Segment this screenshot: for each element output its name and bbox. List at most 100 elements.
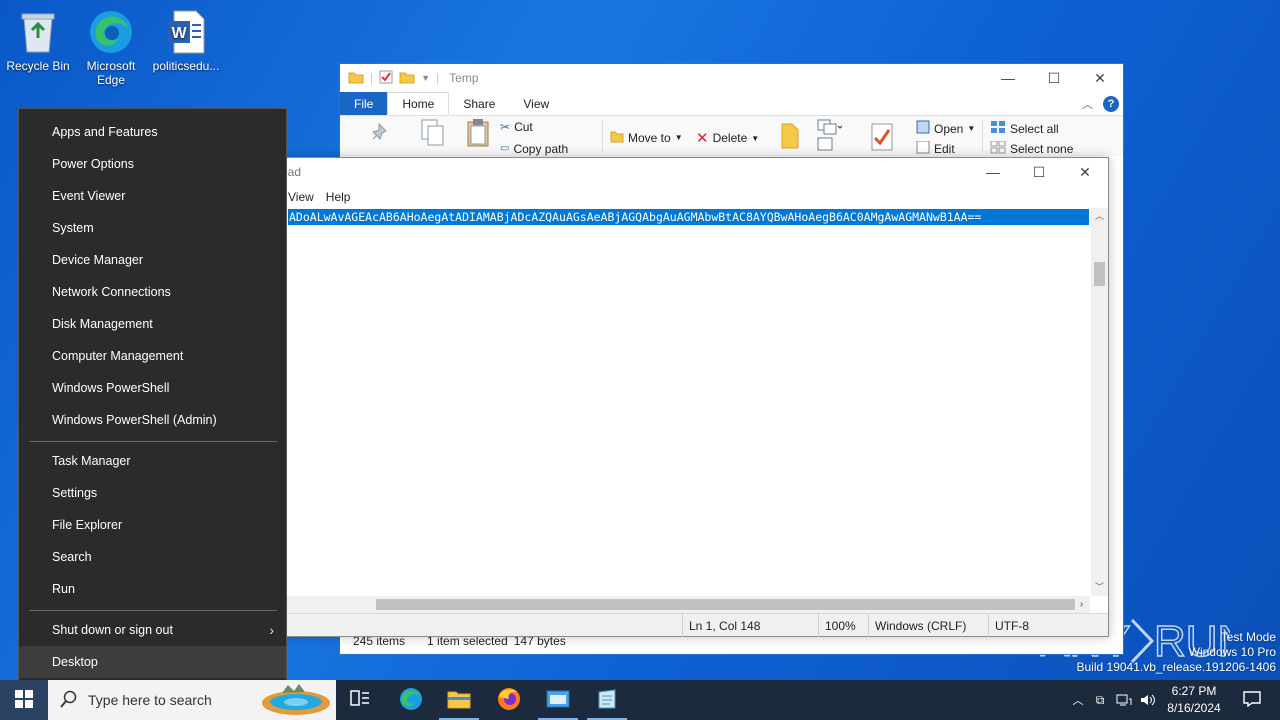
recycle-bin-icon [14,8,62,56]
taskbar-edge[interactable] [387,680,435,720]
new-item-icon[interactable] [816,118,842,152]
ribbon-tabs: File Home Share View ︿ ? [340,92,1123,116]
open-icon [916,120,930,137]
quick-access-dropdown-icon[interactable]: ▼ [421,73,430,83]
notepad-window[interactable]: pad — ☐ ✕ View Help ADoALwAvAGEAcAB6AHoA… [266,157,1109,637]
watermark-line: Build 19041.vb_release.191206-1406 [1076,660,1277,674]
new-folder-icon[interactable] [780,122,800,150]
scroll-up-arrow-icon[interactable]: ︿ [1091,208,1108,225]
selected-text-line[interactable]: ADoALwAvAGEAcAB6AHoAegAtADIAMABjADcAZQAu… [288,209,1089,225]
zoom-level: 100% [818,614,868,637]
taskbar: Type here to search ︿ ⧉ 6:27 PM 8/16/202… [0,680,1280,720]
select-none-icon [990,141,1006,156]
properties-checkmark-icon[interactable] [870,122,894,152]
chevron-down-icon: ▼ [751,133,760,143]
edge-icon [399,687,423,714]
menu-item-system[interactable]: System [19,212,286,244]
word-doc-icon: W [162,8,210,56]
taskbar-file-explorer[interactable] [435,680,483,720]
scroll-right-arrow-icon[interactable]: › [1073,596,1090,613]
edit-button[interactable]: Edit [916,141,955,156]
menu-item-search[interactable]: Search [19,541,286,573]
show-hidden-icons-chevron-icon[interactable]: ︿ [1068,692,1088,708]
menu-item-event-viewer[interactable]: Event Viewer [19,180,286,212]
menu-item-run[interactable]: Run [19,573,286,605]
menu-item-device-manager[interactable]: Device Manager [19,244,286,276]
scissors-icon: ✂ [500,120,511,134]
minimize-button[interactable]: — [985,64,1031,92]
task-view-button[interactable] [336,680,384,720]
vertical-scroll-thumb[interactable] [1094,262,1105,286]
new-folder-icon[interactable] [399,70,415,87]
notifications-button[interactable] [1228,680,1276,720]
tray-app-icon[interactable]: ⧉ [1088,693,1112,708]
help-icon[interactable]: ? [1103,95,1119,112]
move-to-icon [610,129,624,146]
volume-icon[interactable] [1136,693,1160,707]
menu-item-shut-down-or-sign-out[interactable]: Shut down or sign out › [19,614,286,646]
search-highlight-image [258,681,334,720]
copy-icon[interactable] [420,118,446,148]
select-none-button[interactable]: Select none [990,141,1073,156]
system-tray: ︿ ⧉ [1068,680,1160,720]
taskbar-search-box[interactable]: Type here to search [48,680,336,720]
menu-item-windows-powershell-admin[interactable]: Windows PowerShell (Admin) [19,404,286,436]
menu-item-task-manager[interactable]: Task Manager [19,445,286,477]
desktop-icon-word-document[interactable]: W politicsedu... [148,8,224,73]
properties-icon[interactable] [379,70,393,87]
notepad-text-area[interactable]: ADoALwAvAGEAcAB6AHoAegAtADIAMABjADcAZQAu… [267,208,1090,596]
copy-path-button[interactable]: ▭ Copy path [500,141,568,156]
menu-item-desktop[interactable]: Desktop [19,646,286,678]
collapse-ribbon-icon[interactable]: ︿ [1082,96,1093,112]
taskbar-app-window[interactable] [534,680,582,720]
horizontal-scroll-thumb[interactable] [376,599,1075,610]
menu-item-apps-and-features[interactable]: Apps and Features [19,116,286,148]
maximize-button[interactable]: ☐ [1031,64,1077,92]
menu-item-network-connections[interactable]: Network Connections [19,276,286,308]
menu-item-computer-management[interactable]: Computer Management [19,340,286,372]
taskbar-firefox[interactable] [485,680,533,720]
close-button[interactable]: ✕ [1062,158,1108,186]
chevron-right-icon: › [269,622,274,638]
delete-button[interactable]: ✕ Delete ▼ [696,129,759,147]
menu-view[interactable]: View [288,190,314,204]
menu-help[interactable]: Help [326,190,351,204]
menu-item-windows-powershell[interactable]: Windows PowerShell [19,372,286,404]
ribbon-body: ✂ Cut ▭ Copy path Move to ▼ ✕ Delete ▼ O… [340,116,1123,156]
copy-path-icon: ▭ [500,143,510,154]
minimize-button[interactable]: — [970,158,1016,186]
network-icon[interactable] [1112,693,1136,707]
vertical-scrollbar[interactable]: ︿ ﹀ [1091,208,1108,596]
notepad-icon [595,688,619,713]
menu-item-power-options[interactable]: Power Options [19,148,286,180]
taskbar-notepad[interactable] [583,680,631,720]
taskbar-clock[interactable]: 6:27 PM 8/16/2024 [1158,683,1230,717]
select-all-button[interactable]: Select all [990,120,1059,137]
desktop-icon-label: Recycle Bin [6,59,70,73]
horizontal-scrollbar[interactable]: › [267,596,1090,613]
menu-separator [29,610,277,611]
menu-item-settings[interactable]: Settings [19,477,286,509]
menu-item-file-explorer[interactable]: File Explorer [19,509,286,541]
start-button[interactable] [0,680,48,720]
close-button[interactable]: ✕ [1077,64,1123,92]
scroll-down-arrow-icon[interactable]: ﹀ [1091,579,1108,596]
tab-view[interactable]: View [509,92,563,115]
move-to-button[interactable]: Move to ▼ [610,129,683,146]
desktop-icon-label: politicsedu... [152,59,220,73]
paste-icon[interactable] [465,118,491,148]
open-button[interactable]: Open ▼ [916,120,975,137]
menu-item-disk-management[interactable]: Disk Management [19,308,286,340]
edit-label: Edit [934,141,955,156]
tab-file[interactable]: File [340,92,388,115]
desktop-icon-recycle-bin[interactable]: Recycle Bin [0,8,76,73]
maximize-button[interactable]: ☐ [1016,158,1062,186]
cut-button[interactable]: ✂ Cut [500,120,533,134]
open-label: Open [934,121,964,136]
notepad-status-bar: Ln 1, Col 148 100% Windows (CRLF) UTF-8 [267,613,1108,637]
tab-share[interactable]: Share [449,92,509,115]
tab-home[interactable]: Home [387,92,450,115]
desktop-icon-edge[interactable]: Microsoft Edge [73,8,149,87]
edge-icon [87,8,135,56]
pin-to-quick-access-icon[interactable] [368,122,390,144]
